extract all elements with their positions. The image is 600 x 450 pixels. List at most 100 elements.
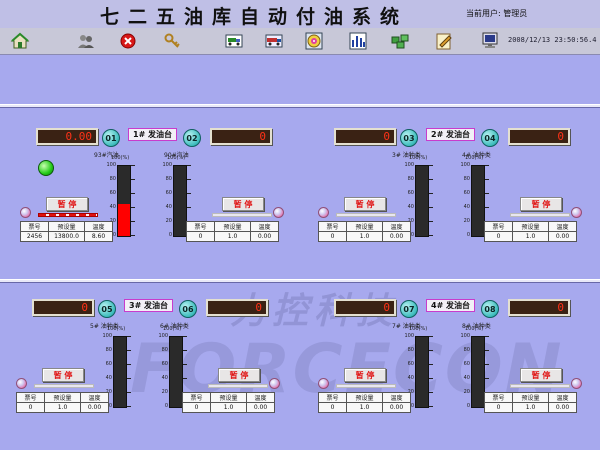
platform-label: 1# 发油台 — [128, 128, 178, 141]
lane-number-badge[interactable]: 08 — [481, 300, 499, 318]
gauge-tick-label: 100 — [106, 162, 116, 168]
progress-bar — [34, 384, 94, 388]
gauge-tick-label: 0 — [466, 403, 470, 409]
gauge-tick-mark — [429, 179, 433, 180]
flow-display-value: 0.00 — [65, 130, 93, 143]
table-header-cell: 票号 — [186, 221, 215, 232]
gauge-tick-mark — [485, 336, 489, 337]
gauge-tick-label: 80 — [109, 176, 116, 182]
pause-button[interactable]: 暂 停 — [218, 368, 260, 382]
gauge-tube — [173, 165, 187, 237]
flow-display: 0.00 — [36, 128, 98, 145]
gauge-unit: 100(%) — [465, 155, 484, 161]
gauge-tick-mark — [429, 392, 433, 393]
flow-display-value: 0 — [557, 130, 564, 143]
pause-button-label: 暂 停 — [355, 370, 375, 380]
table-header-cell: 票号 — [484, 392, 513, 403]
gauge-unit: 100(%) — [163, 326, 182, 332]
table-value-cell: 1.0 — [512, 231, 549, 242]
gauge-tick-label: 60 — [407, 361, 414, 367]
table-value-cell: 13800.0 — [48, 231, 85, 242]
gauge-tick-mark — [429, 350, 433, 351]
gauge-tick-mark — [485, 207, 489, 208]
home-icon[interactable] — [8, 29, 32, 53]
lane-number-badge[interactable]: 05 — [98, 300, 116, 318]
table-value-cell: 0 — [318, 402, 347, 413]
status-indicator — [273, 207, 284, 218]
status-indicator — [571, 207, 582, 218]
network-icon[interactable] — [388, 29, 412, 53]
pause-button-label: 暂 停 — [53, 370, 73, 380]
edit-icon[interactable] — [432, 29, 456, 53]
computer-icon[interactable] — [478, 29, 502, 53]
table-value-cell: 0.00 — [250, 231, 279, 242]
lane-info-table: 票号 预设量 温度 0 1.0 0.00 — [318, 392, 411, 413]
users-icon[interactable] — [74, 29, 98, 53]
disk-icon[interactable] — [302, 29, 326, 53]
keys-icon[interactable] — [160, 29, 184, 53]
flow-display: 0 — [32, 299, 94, 316]
flow-display-value: 0 — [557, 301, 564, 314]
pause-button[interactable]: 暂 停 — [42, 368, 84, 382]
table-header-cell: 预设量 — [512, 392, 549, 403]
flow-display-value: 0 — [383, 130, 390, 143]
table-header-cell: 票号 — [318, 221, 347, 232]
status-indicator — [318, 378, 329, 389]
gauge-tick-mark — [429, 378, 433, 379]
pause-button[interactable]: 暂 停 — [520, 197, 562, 211]
close-icon[interactable] — [116, 29, 140, 53]
lane-number-badge[interactable]: 04 — [481, 129, 499, 147]
gauge-tick-label: 60 — [463, 190, 470, 196]
pause-button[interactable]: 暂 停 — [222, 197, 264, 211]
gauge-tick-mark — [429, 364, 433, 365]
gauge-tick-mark — [183, 364, 187, 365]
lane-info-table: 票号 预设量 温度 0 1.0 0.00 — [318, 221, 411, 242]
table-header-cell: 温度 — [246, 392, 275, 403]
gauge-tick-mark — [127, 406, 131, 407]
gauge-tick-mark — [429, 235, 433, 236]
gauge-tick-label: 20 — [161, 389, 168, 395]
platform-label: 3# 发油台 — [124, 299, 174, 312]
gauge-tick-mark — [131, 221, 135, 222]
pause-button[interactable]: 暂 停 — [344, 197, 386, 211]
gauge-tick-mark — [183, 336, 187, 337]
pause-button-label: 暂 停 — [355, 199, 375, 209]
lane-number-badge[interactable]: 06 — [179, 300, 197, 318]
table-header-cell: 温度 — [382, 392, 411, 403]
gauge-tick-label: 100 — [162, 162, 172, 168]
flow-display-value: 0 — [383, 301, 390, 314]
gauge-tick-label: 60 — [161, 361, 168, 367]
lane-number-badge[interactable]: 03 — [400, 129, 418, 147]
gauge-tick-label: 20 — [463, 389, 470, 395]
table-value-cell: 0.00 — [80, 402, 109, 413]
table-value-cell: 0 — [484, 402, 513, 413]
bar-chart-icon[interactable] — [346, 29, 370, 53]
gauge-unit: 100(%) — [409, 326, 428, 332]
gauge-fill — [118, 204, 130, 236]
lane-info-table: 票号 预设量 温度 0 1.0 0.00 — [186, 221, 279, 242]
gauge-tick-label: 40 — [161, 375, 168, 381]
pause-button[interactable]: 暂 停 — [46, 197, 88, 211]
table-value-cell: 0.00 — [382, 402, 411, 413]
gauge-tick-label: 100 — [102, 333, 112, 339]
gauge-tick-label: 80 — [161, 347, 168, 353]
lane-number-badge[interactable]: 07 — [400, 300, 418, 318]
table-header-cell: 票号 — [16, 392, 45, 403]
truck-list-icon[interactable] — [222, 29, 246, 53]
table-header-cell: 温度 — [382, 221, 411, 232]
status-indicator — [269, 378, 280, 389]
lane-number-badge[interactable]: 01 — [102, 129, 120, 147]
table-value-cell: 0 — [186, 231, 215, 242]
gauge-tick-mark — [131, 179, 135, 180]
gauge-tick-mark — [429, 221, 433, 222]
table-value-cell: 0.00 — [548, 231, 577, 242]
gauge-tick-label: 100 — [460, 333, 470, 339]
current-user-label: 当前用户: 管理员 — [466, 9, 528, 18]
table-value-cell: 2456 — [20, 231, 49, 242]
truck-icon[interactable] — [262, 29, 286, 53]
lane-info-table: 票号 预设量 温度 0 1.0 0.00 — [484, 221, 577, 242]
gauge-tick-mark — [131, 193, 135, 194]
pause-button[interactable]: 暂 停 — [344, 368, 386, 382]
pause-button[interactable]: 暂 停 — [520, 368, 562, 382]
lane-number-badge[interactable]: 02 — [183, 129, 201, 147]
